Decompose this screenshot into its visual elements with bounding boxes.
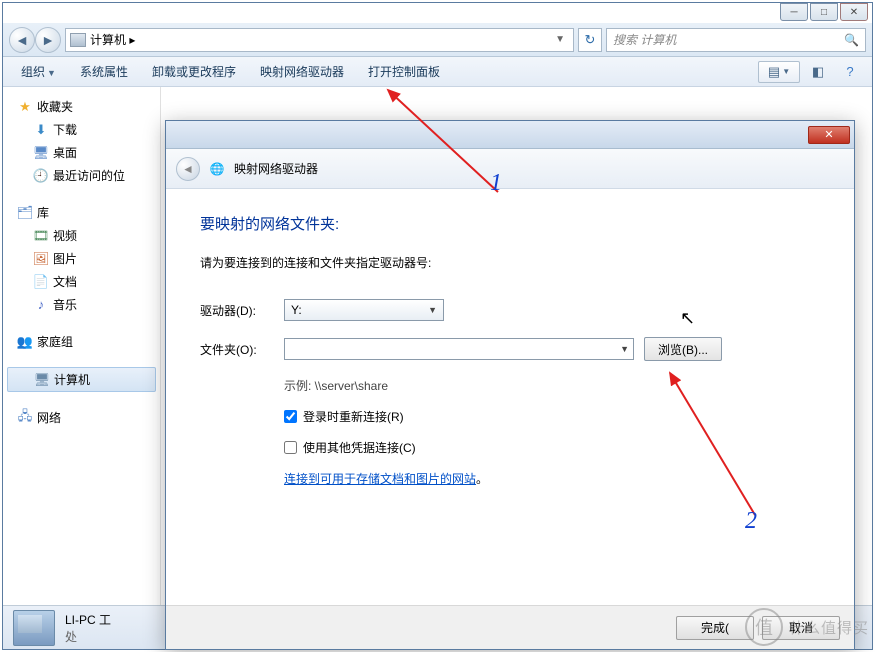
othercred-checkbox[interactable] [284,441,297,454]
minimize-button[interactable]: ─ [780,3,808,21]
folder-input[interactable]: ▼ [284,338,634,360]
dialog-instruction: 请为要连接到的连接和文件夹指定驱动器号: [200,254,820,271]
network-drive-icon: 🌐 [208,160,226,178]
address-dropdown-icon[interactable]: ▼ [551,34,569,45]
cancel-button[interactable]: 取消 [762,616,840,640]
sidebar-item-documents[interactable]: 📄文档 [3,270,160,293]
sidebar-item-pictures[interactable]: 🖼图片 [3,247,160,270]
network-icon: 🖧 [17,410,33,426]
dialog-back-button[interactable]: ◄ [176,157,200,181]
map-drive-button[interactable]: 映射网络驱动器 [250,59,354,84]
forward-button[interactable]: ► [35,27,61,53]
sidebar-favorites[interactable]: ★收藏夹 [3,95,160,118]
help-button[interactable]: ? [836,61,864,83]
status-computer-icon [13,610,55,646]
preview-pane-button[interactable]: ◧ [804,61,832,83]
search-icon[interactable]: 🔍 [844,33,859,47]
music-icon: ♪ [33,297,49,313]
dialog-heading: 要映射的网络文件夹: [200,213,820,234]
documents-icon: 📄 [33,274,49,290]
search-input[interactable]: 搜索 计算机 🔍 [606,28,866,52]
star-icon: ★ [17,99,33,115]
chevron-down-icon: ▼ [428,305,437,315]
computer-icon: 🖥 [34,372,50,388]
window-controls: ─ □ ✕ [780,3,868,21]
browse-button[interactable]: 浏览(B)... [644,337,722,361]
toolbar: 组织▼ 系统属性 卸载或更改程序 映射网络驱动器 打开控制面板 ▤ ▼ ◧ ? [3,57,872,87]
control-panel-button[interactable]: 打开控制面板 [358,59,450,84]
drive-label: 驱动器(D): [200,302,274,319]
dialog-header-title: 映射网络驱动器 [234,160,318,177]
example-text: 示例: \\server\share [284,377,820,394]
reconnect-checkbox[interactable] [284,410,297,423]
desktop-icon: 🖥 [33,145,49,161]
libraries-icon: 🗂 [17,205,33,221]
drive-value: Y: [291,303,302,317]
map-drive-dialog: ✕ ◄ 🌐 映射网络驱动器 要映射的网络文件夹: 请为要连接到的连接和文件夹指定… [165,120,855,650]
organize-menu[interactable]: 组织▼ [11,59,66,84]
dialog-titlebar: ✕ [166,121,854,149]
uninstall-button[interactable]: 卸载或更改程序 [142,59,246,84]
chevron-down-icon[interactable]: ▼ [620,344,629,354]
recent-icon: 🕘 [33,168,49,184]
close-button[interactable]: ✕ [840,3,868,21]
maximize-button[interactable]: □ [810,3,838,21]
address-field[interactable]: 计算机 ▸ ▼ [65,28,574,52]
othercred-label: 使用其他凭据连接(C) [303,439,416,456]
view-options-button[interactable]: ▤ ▼ [758,61,800,83]
sidebar-item-videos[interactable]: 🎞视频 [3,224,160,247]
sidebar-item-recent[interactable]: 🕘最近访问的位 [3,164,160,187]
address-text: 计算机 ▸ [90,31,547,48]
dialog-header: ◄ 🌐 映射网络驱动器 [166,149,854,189]
sidebar: ★收藏夹 ⬇下载 🖥桌面 🕘最近访问的位 🗂库 🎞视频 🖼图片 📄文档 ♪音乐 … [3,87,161,605]
storage-website-link[interactable]: 连接到可用于存储文档和图片的网站 [284,472,476,486]
sidebar-network[interactable]: 🖧网络 [3,406,160,429]
sidebar-homegroup[interactable]: 👥家庭组 [3,330,160,353]
videos-icon: 🎞 [33,228,49,244]
address-bar: ◄ ► 计算机 ▸ ▼ ↻ 搜索 计算机 🔍 [3,23,872,57]
sidebar-item-downloads[interactable]: ⬇下载 [3,118,160,141]
homegroup-icon: 👥 [17,334,33,350]
downloads-icon: ⬇ [33,122,49,138]
dialog-close-button[interactable]: ✕ [808,126,850,144]
sidebar-libraries[interactable]: 🗂库 [3,201,160,224]
sidebar-item-computer[interactable]: 🖥计算机 [7,367,156,392]
sidebar-item-music[interactable]: ♪音乐 [3,293,160,316]
back-button[interactable]: ◄ [9,27,35,53]
drive-combo[interactable]: Y: ▼ [284,299,444,321]
nav-buttons: ◄ ► [9,27,61,53]
system-properties-button[interactable]: 系统属性 [70,59,138,84]
dialog-footer: 完成( 取消 [166,605,854,649]
dialog-body: 要映射的网络文件夹: 请为要连接到的连接和文件夹指定驱动器号: 驱动器(D): … [166,189,854,525]
status-text: LI-PC 工 处 [65,611,111,645]
reconnect-label: 登录时重新连接(R) [303,408,404,425]
search-placeholder: 搜索 计算机 [613,31,844,48]
folder-label: 文件夹(O): [200,341,274,358]
refresh-button[interactable]: ↻ [578,28,602,52]
computer-icon [70,33,86,47]
sidebar-item-desktop[interactable]: 🖥桌面 [3,141,160,164]
finish-button[interactable]: 完成( [676,616,754,640]
pictures-icon: 🖼 [33,251,49,267]
